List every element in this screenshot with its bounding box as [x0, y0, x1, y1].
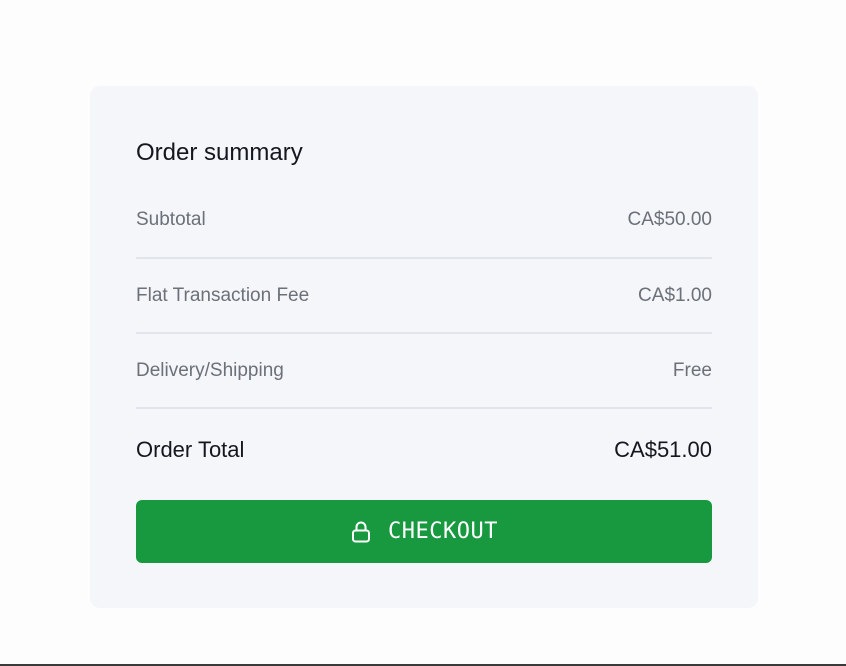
subtotal-value: CA$50.00 — [627, 209, 712, 230]
delivery-shipping-row: Delivery/Shipping Free — [136, 359, 712, 383]
transaction-fee-label: Flat Transaction Fee — [136, 285, 310, 306]
delivery-shipping-label: Delivery/Shipping — [136, 360, 284, 381]
order-total-value: CA$51.00 — [614, 437, 712, 462]
order-total-row: Order Total CA$51.00 — [136, 436, 712, 464]
row-divider — [136, 332, 712, 334]
order-total-label: Order Total — [136, 437, 245, 462]
row-divider — [136, 407, 712, 409]
transaction-fee-value: CA$1.00 — [638, 285, 712, 306]
checkout-label: CHECKOUT — [388, 519, 498, 544]
subtotal-label: Subtotal — [136, 209, 206, 230]
transaction-fee-row: Flat Transaction Fee CA$1.00 — [136, 284, 712, 308]
subtotal-row: Subtotal CA$50.00 — [136, 208, 712, 232]
row-divider — [136, 257, 712, 259]
order-summary-card: Order summary Subtotal CA$50.00 Flat Tra… — [90, 86, 758, 608]
delivery-shipping-value: Free — [672, 360, 712, 381]
checkout-button[interactable]: CHECKOUT — [136, 500, 712, 563]
order-summary-title: Order summary — [136, 139, 303, 166]
lock-icon — [350, 520, 372, 544]
